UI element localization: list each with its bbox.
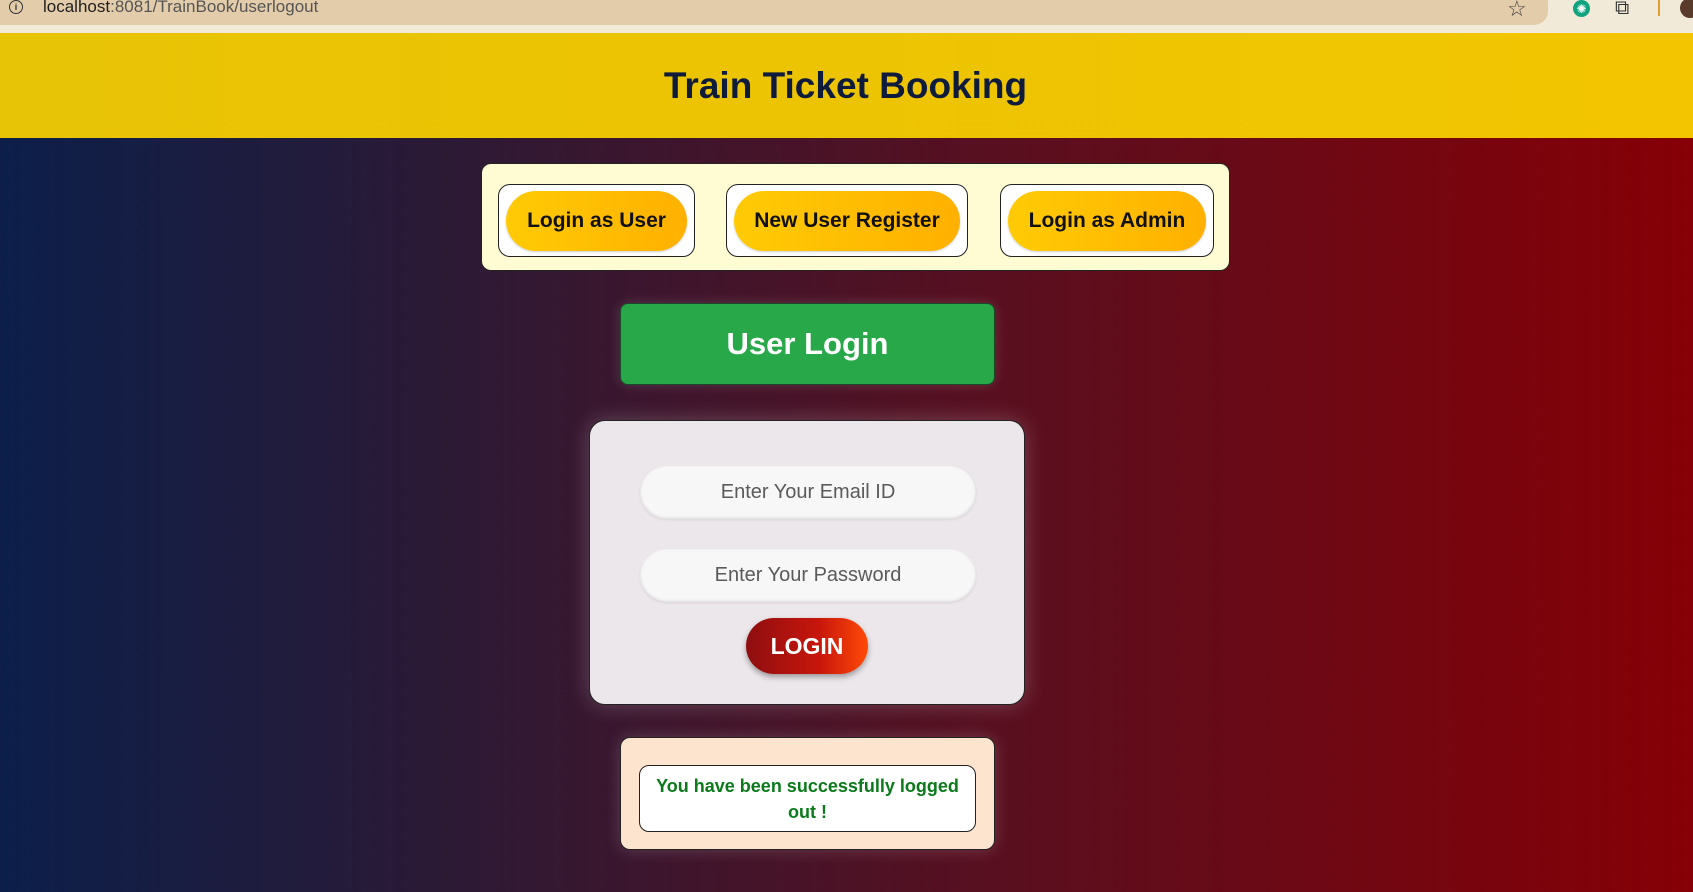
extensions-icon[interactable]: ⧉: [1615, 0, 1629, 20]
page-title: Train Ticket Booking: [663, 64, 1028, 106]
password-field[interactable]: [640, 549, 976, 602]
email-field[interactable]: [640, 466, 976, 519]
nav-box: Login as User New User Register Login as…: [481, 163, 1230, 271]
nav-cell-register: New User Register: [726, 184, 968, 257]
nav-cell-login-admin: Login as Admin: [1000, 184, 1214, 257]
logout-message: You have been successfully logged out !: [656, 775, 959, 822]
url-text[interactable]: localhost:8081/TrainBook/userlogout: [43, 0, 318, 17]
login-as-admin-button[interactable]: Login as Admin: [1008, 190, 1206, 251]
message-card: You have been successfully logged out !: [620, 737, 995, 850]
user-login-banner: User Login: [620, 303, 995, 385]
site-header: Train Ticket Booking: [0, 33, 1693, 138]
nav-cell-login-user: Login as User: [498, 184, 695, 257]
user-login-heading: User Login: [726, 326, 889, 361]
login-button[interactable]: LOGIN: [746, 618, 868, 674]
login-form: LOGIN: [589, 420, 1025, 705]
login-as-user-button[interactable]: Login as User: [506, 190, 687, 251]
address-bar[interactable]: i localhost:8081/TrainBook/userlogout ☆: [0, 0, 1548, 25]
profile-icon[interactable]: [1680, 0, 1693, 18]
info-icon[interactable]: i: [9, 0, 23, 14]
browser-toolbar: i localhost:8081/TrainBook/userlogout ☆ …: [0, 0, 1693, 33]
new-user-register-button[interactable]: New User Register: [734, 190, 960, 251]
toolbar-separator: [1658, 0, 1660, 16]
star-icon[interactable]: ☆: [1507, 0, 1527, 22]
openai-extension-icon[interactable]: ✺: [1573, 0, 1590, 17]
message-box: You have been successfully logged out !: [639, 765, 976, 832]
